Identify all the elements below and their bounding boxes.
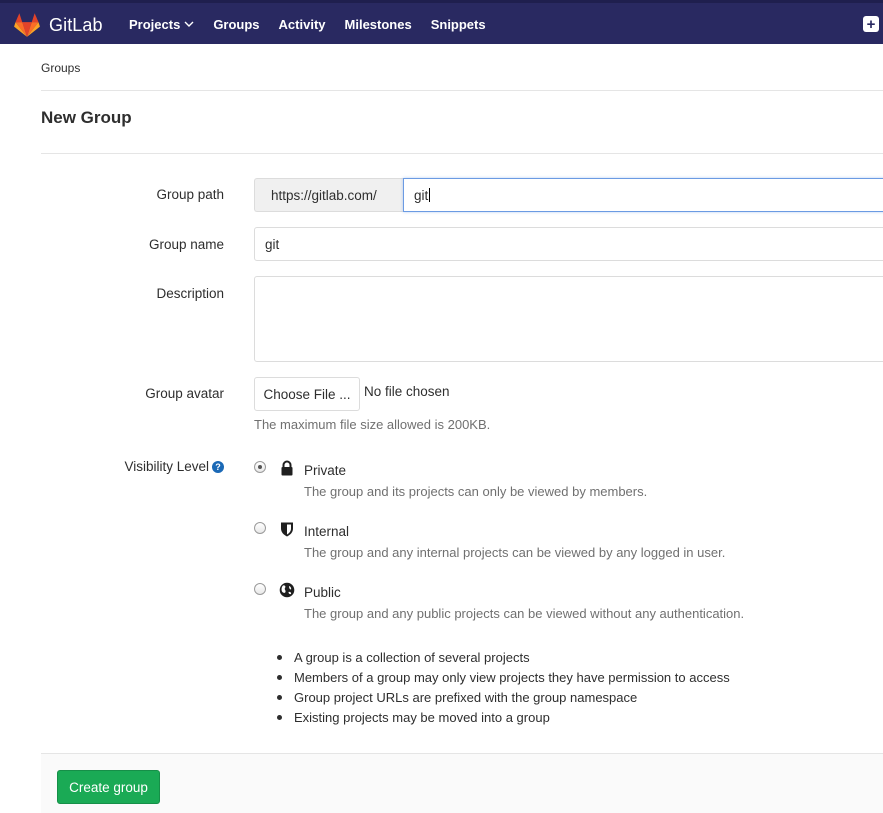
main-nav: Projects Groups Activity Milestones Snip… xyxy=(129,17,505,32)
form-actions xyxy=(41,753,883,813)
nav-groups[interactable]: Groups xyxy=(213,17,259,32)
help-icon[interactable]: ? xyxy=(212,461,224,473)
shield-icon xyxy=(281,522,293,537)
visibility-internal-title: Internal xyxy=(304,524,350,539)
globe-icon xyxy=(279,582,295,598)
nav-activity[interactable]: Activity xyxy=(279,17,326,32)
list-item: Group project URLs are prefixed with the… xyxy=(276,689,730,709)
group-path-value: git xyxy=(414,187,429,203)
group-name-value: git xyxy=(265,236,280,252)
description-textarea[interactable] xyxy=(254,276,883,362)
new-dropdown-button[interactable]: + xyxy=(863,16,879,32)
group-path-input[interactable]: git xyxy=(403,178,883,212)
divider xyxy=(41,153,883,154)
file-status: No file chosen xyxy=(364,384,450,399)
list-item: A group is a collection of several proje… xyxy=(276,649,730,669)
visibility-label-text: Visibility Level xyxy=(124,459,209,474)
brand-name: GitLab xyxy=(49,14,103,35)
text-caret xyxy=(429,188,431,202)
chevron-down-icon xyxy=(184,21,194,27)
visibility-private-title: Private xyxy=(304,463,347,478)
choose-file-button[interactable]: Choose File ... xyxy=(254,377,360,411)
nav-snippets[interactable]: Snippets xyxy=(431,17,486,32)
list-item: Existing projects may be moved into a gr… xyxy=(276,709,730,729)
group-path-prefix: https://gitlab.com/ xyxy=(254,178,403,212)
visibility-label: Visibility Level? xyxy=(0,459,224,474)
gitlab-logo-icon xyxy=(14,13,40,37)
group-info-list: A group is a collection of several proje… xyxy=(276,649,730,729)
breadcrumb-groups[interactable]: Groups xyxy=(41,61,80,75)
group-avatar-label: Group avatar xyxy=(145,386,224,401)
visibility-private-desc: The group and its projects can only be v… xyxy=(304,484,648,499)
nav-milestones[interactable]: Milestones xyxy=(345,17,412,32)
visibility-internal-radio[interactable] xyxy=(254,522,266,534)
visibility-private-radio[interactable] xyxy=(254,461,266,473)
create-group-button[interactable]: Create group xyxy=(57,770,160,804)
nav-projects[interactable]: Projects xyxy=(129,17,194,32)
visibility-public-title: Public xyxy=(304,585,341,600)
visibility-public-desc: The group and any public projects can be… xyxy=(304,606,745,621)
page-title: New Group xyxy=(41,108,132,127)
top-navbar: GitLab Projects Groups Activity Mileston… xyxy=(0,0,883,44)
group-path-label: Group path xyxy=(156,187,224,202)
avatar-help-text: The maximum file size allowed is 200KB. xyxy=(254,417,491,432)
visibility-internal-desc: The group and any internal projects can … xyxy=(304,545,726,560)
visibility-public-radio[interactable] xyxy=(254,583,266,595)
lock-icon xyxy=(281,460,293,476)
group-name-input[interactable]: git xyxy=(254,227,883,261)
nav-projects-label: Projects xyxy=(129,17,181,32)
list-item: Members of a group may only view project… xyxy=(276,669,730,689)
description-label: Description xyxy=(156,286,224,301)
group-name-label: Group name xyxy=(148,237,224,252)
brand-link[interactable]: GitLab xyxy=(14,11,103,39)
divider xyxy=(41,90,883,91)
plus-icon: + xyxy=(866,15,876,33)
